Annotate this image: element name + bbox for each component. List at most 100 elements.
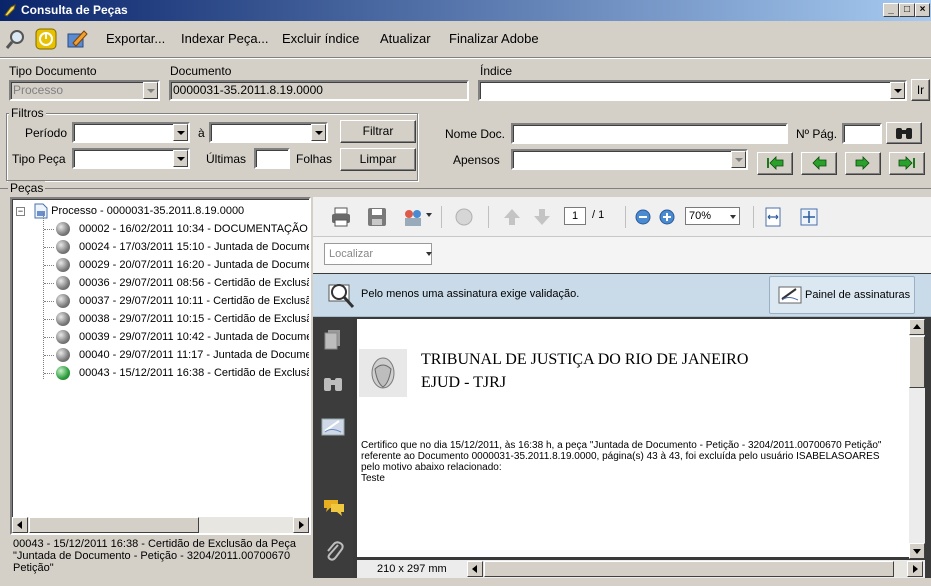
nome-doc-input[interactable] [511,123,788,144]
ultimas-input[interactable] [254,148,290,169]
scroll-right-button[interactable] [907,561,923,577]
tree-root[interactable]: − Processo - 0000031-35.2011.8.19.0000 [16,203,244,221]
pdf-status-bar: 210 x 297 mm [357,560,925,578]
scroll-left-button[interactable] [12,517,28,533]
pdf-vscrollbar[interactable] [909,319,925,559]
refresh-menu[interactable]: Atualizar [380,31,431,46]
nome-doc-label: Nome Doc. [445,127,506,141]
share-icon[interactable] [402,206,424,228]
periodo-end-select[interactable] [209,122,328,143]
export-menu[interactable]: Exportar... [106,31,165,46]
tree-connector [44,355,54,356]
tipo-peca-select[interactable] [72,148,190,169]
ir-button[interactable]: Ir [911,79,930,101]
folhas-label: Folhas [296,152,333,166]
status-green-icon [56,366,70,380]
zoom-in-icon[interactable] [657,207,677,227]
find-button[interactable] [886,122,922,144]
documento-label: Documento [170,64,232,78]
fit-page-icon[interactable] [798,206,820,228]
page-number-input[interactable]: 1 [564,207,586,225]
tree-item-label: 00024 - 17/03/2011 15:10 - Juntada de Do… [79,241,311,253]
indice-select[interactable] [478,80,907,101]
edit-icon[interactable] [65,27,89,51]
pdf-hscrollbar[interactable] [467,561,923,577]
print-icon[interactable] [330,206,352,228]
tree-item-label: 00037 - 29/07/2011 10:11 - Certidão de E… [79,295,311,307]
page-up-icon[interactable] [501,206,523,228]
periodo-start-select[interactable] [72,122,190,143]
doc-line-3: pelo motivo abaixo relacionado: [361,462,502,473]
chevron-down-icon[interactable] [890,82,905,99]
apensos-select[interactable] [511,149,748,170]
zoom-select[interactable]: 70% [685,207,740,225]
search-document-icon[interactable] [4,27,28,51]
filtros-title: Filtros [9,106,46,120]
prev-page-button[interactable] [801,152,837,175]
minimize-button[interactable]: _ [883,3,899,17]
scroll-thumb[interactable] [29,517,199,533]
chevron-down-icon[interactable] [311,124,326,141]
n-pag-input[interactable] [842,123,882,144]
doc-heading-1: TRIBUNAL DE JUSTIÇA DO RIO DE JANEIRO [421,351,749,368]
chevron-down-icon[interactable] [730,215,736,219]
find-input[interactable]: Localizar [324,243,432,265]
scroll-left-button[interactable] [467,561,483,577]
toolbar-separator [625,206,626,228]
share-dropdown-icon[interactable] [426,213,432,217]
filtrar-button[interactable]: Filtrar [340,120,416,143]
tree-connector [44,301,54,302]
pages-icon[interactable] [324,329,342,351]
save-icon[interactable] [366,206,388,228]
index-piece-menu[interactable]: Indexar Peça... [181,31,268,46]
scroll-thumb[interactable] [484,561,894,577]
tree-item-label: 00002 - 16/02/2011 10:34 - DOCUMENTAÇÃO [79,223,308,235]
attachment-icon[interactable] [324,539,344,561]
pecas-tree[interactable]: − Processo - 0000031-35.2011.8.19.0000 0… [10,197,311,535]
power-icon[interactable] [34,27,58,51]
documento-field: 0000031-35.2011.8.19.0000 [169,80,469,101]
coat-of-arms-icon [359,349,407,397]
first-page-button[interactable] [757,152,793,175]
scroll-thumb[interactable] [909,336,925,388]
find-options-icon[interactable] [426,252,432,256]
doc-line-1: Certifico que no dia 15/12/2011, às 16:3… [361,440,882,451]
finish-adobe-menu[interactable]: Finalizar Adobe [449,31,539,46]
tree-connector [44,265,54,266]
right-arrow-icon [913,565,918,573]
comments-icon[interactable] [322,497,346,517]
scroll-down-button[interactable] [909,543,925,559]
zoom-out-icon[interactable] [633,207,653,227]
tree-connector [44,247,54,248]
collapse-icon[interactable]: − [16,206,25,216]
binoculars-icon[interactable] [322,375,344,393]
status-line-1: 00043 - 15/12/2011 16:38 - Certidão de E… [13,538,296,550]
down-arrow-icon [913,549,921,554]
close-button[interactable]: × [915,3,930,17]
scroll-right-button[interactable] [293,517,309,533]
pecas-title: Peças [8,181,46,195]
signatures-panel-button[interactable]: Painel de assinaturas [769,276,915,314]
chevron-down-icon[interactable] [173,124,188,141]
chevron-down-icon[interactable] [731,151,746,168]
chevron-down-icon[interactable] [173,150,188,167]
scroll-up-button[interactable] [909,319,925,335]
tree-hscrollbar[interactable] [12,517,309,533]
limpar-button[interactable]: Limpar [340,148,416,171]
tree-connector [44,373,54,374]
maximize-button[interactable]: □ [899,3,915,17]
page-down-icon[interactable] [531,206,553,228]
tree-connector [44,319,54,320]
indice-label: Índice [480,64,513,78]
delete-index-menu[interactable]: Excluir índice [282,31,359,46]
tree-root-label: Processo - 0000031-35.2011.8.19.0000 [51,205,245,217]
pdf-toolbar: 1 / 1 70% [313,197,931,237]
fit-width-icon[interactable] [762,206,784,228]
last-page-button[interactable] [889,152,925,175]
next-page-button[interactable] [845,152,881,175]
signature-validation-icon [328,284,355,309]
title-bar: Consulta de Peças _ □ × [0,0,931,21]
doc-heading-2: EJUD - TJRJ [421,374,507,391]
zoom-value: 70% [689,210,712,222]
signatures-icon[interactable] [321,417,345,437]
